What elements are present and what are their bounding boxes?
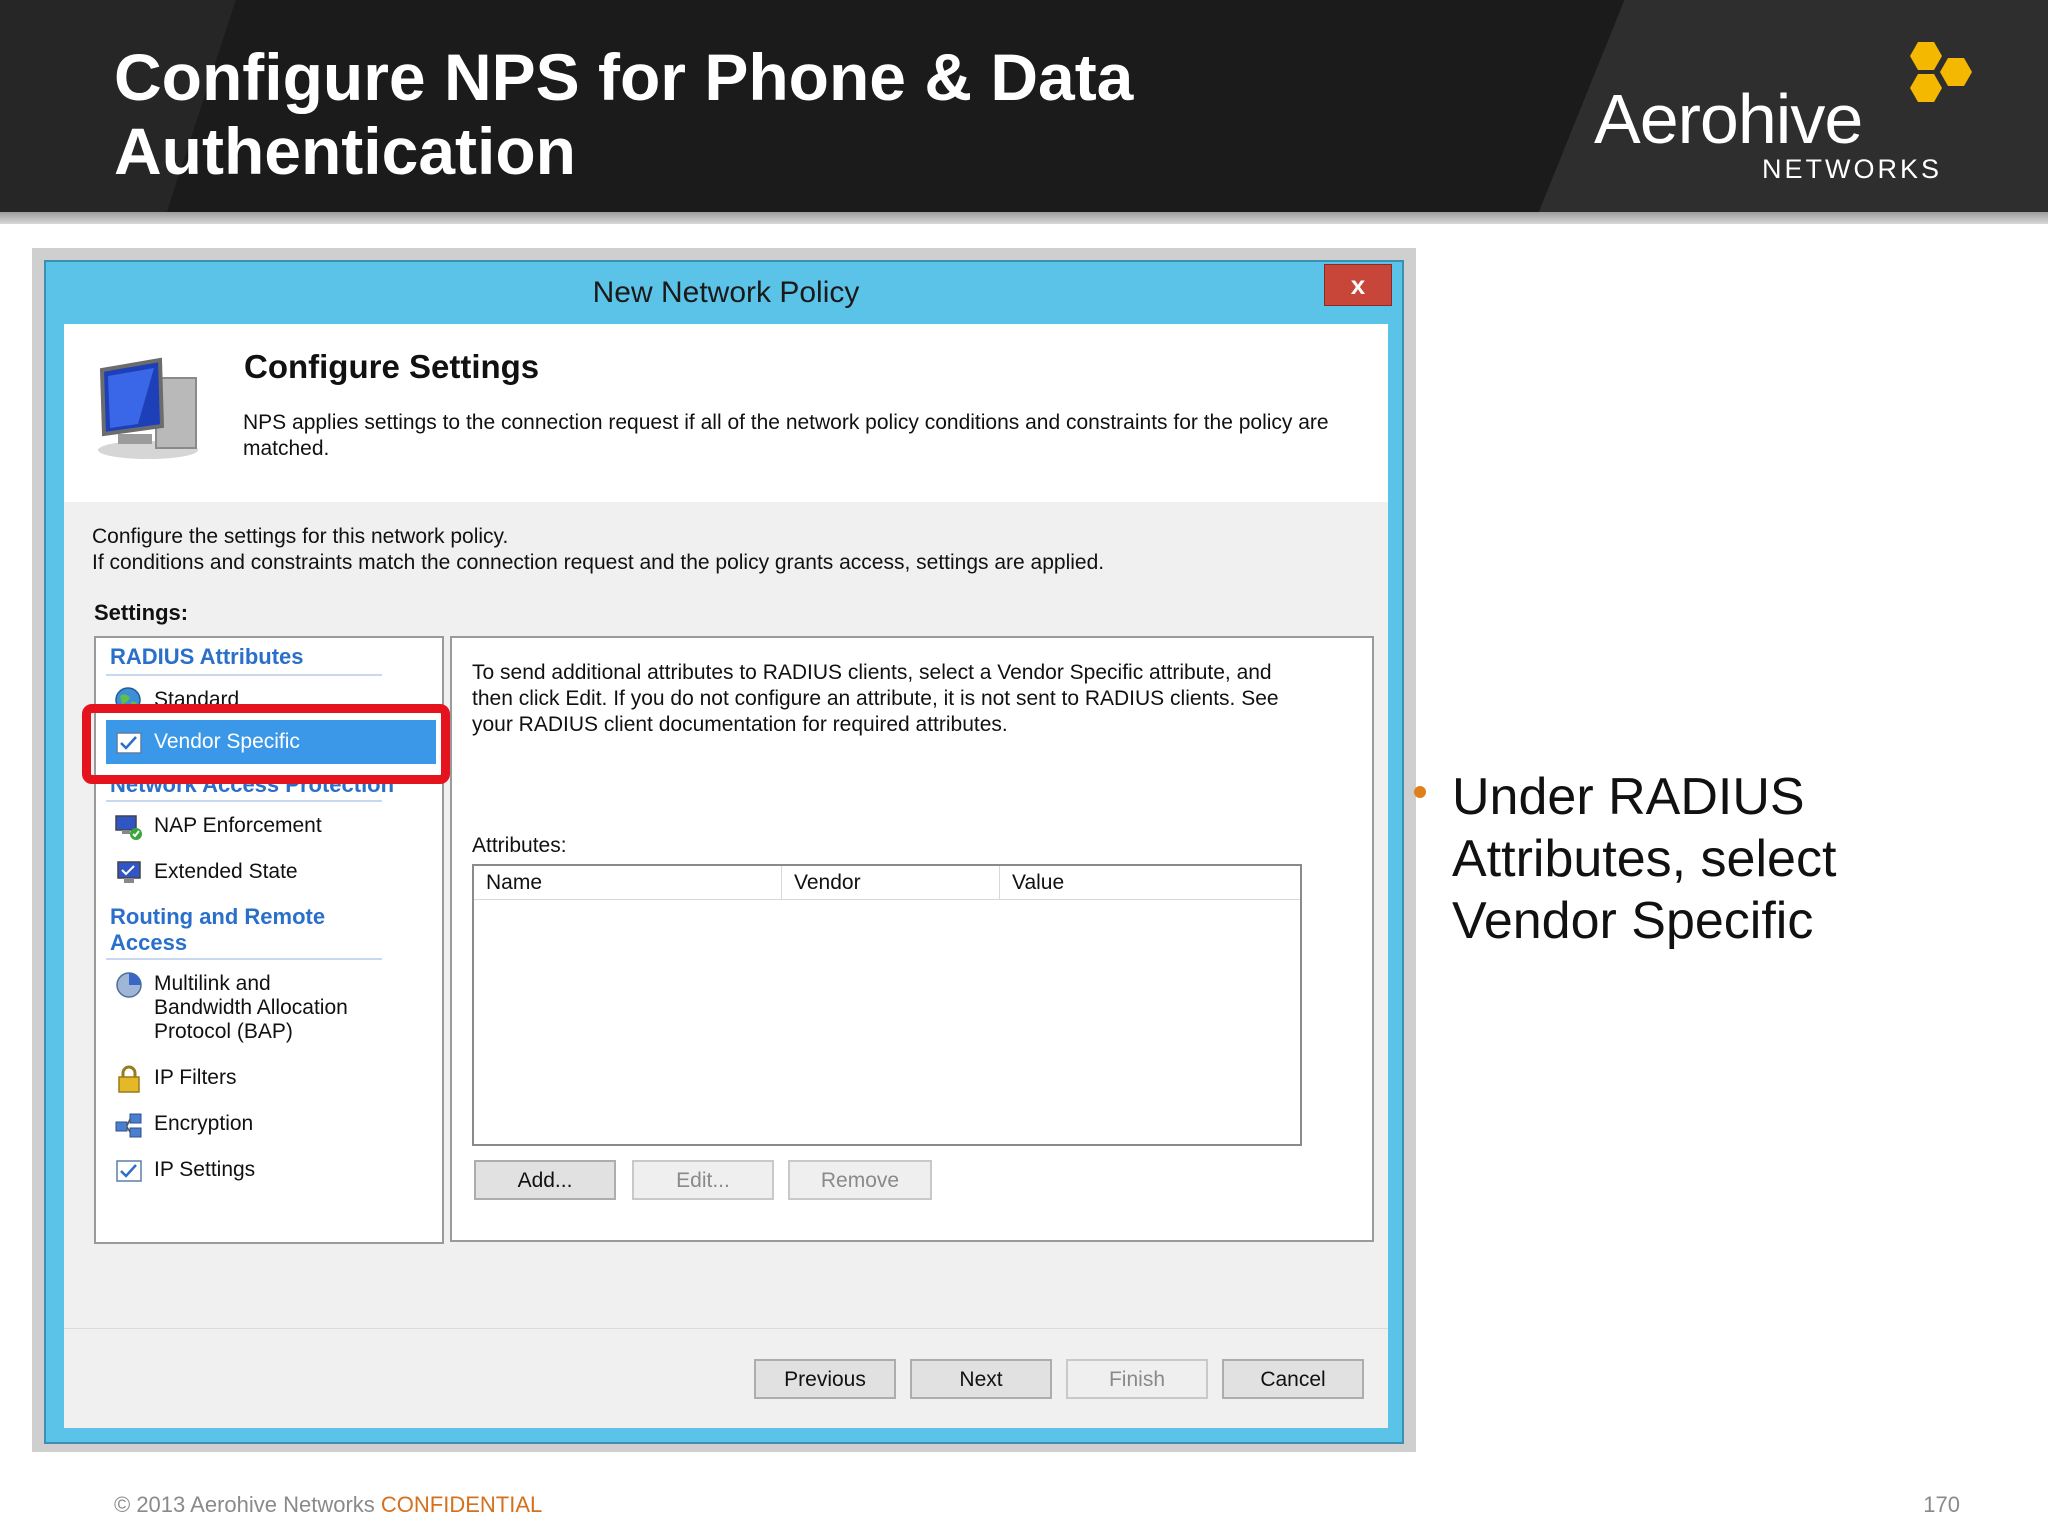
bullet-icon (1414, 786, 1426, 798)
instruction-bullet: Under RADIUS Attributes, select Vendor S… (1452, 768, 1837, 950)
slide-header: Configure NPS for Phone & Data Authentic… (0, 0, 2048, 216)
slide-title-line: Authentication (114, 114, 576, 188)
nav-item-multilink-bap[interactable]: Multilink and Bandwidth Allocation Proto… (106, 962, 436, 1046)
nav-divider (106, 800, 382, 802)
intro-line: If conditions and constraints match the … (92, 551, 1105, 574)
encryption-network-icon (115, 1113, 142, 1138)
lock-icon (118, 1065, 140, 1093)
nav-header-line: Routing and Remote (110, 904, 326, 929)
computer-icon (98, 357, 198, 459)
nav-item-label: IP Filters (154, 1066, 237, 1089)
nav-item-encryption[interactable]: Encryption (106, 1102, 436, 1146)
logo-hexagons-icon (1910, 42, 1972, 102)
description-line: your RADIUS client documentation for req… (472, 713, 1008, 736)
nav-header-line: Access (110, 930, 188, 955)
confidential-label: CONFIDENTIAL (380, 1492, 543, 1517)
logo-wordmark: Aerohive (1594, 80, 1863, 158)
column-header-name[interactable]: Name (474, 866, 782, 900)
dialog-body: Configure the settings for this network … (64, 502, 1388, 1328)
nav-divider (106, 958, 382, 960)
nav-item-nap-enforcement[interactable]: NAP Enforcement (106, 804, 436, 848)
nav-label-line: Bandwidth Allocation (154, 996, 348, 1019)
next-button[interactable]: Next (910, 1359, 1052, 1399)
attributes-list-header: Name Vendor Value (474, 866, 1300, 900)
remove-button[interactable]: Remove (788, 1160, 932, 1200)
pie-chart-icon (116, 972, 142, 998)
edit-button[interactable]: Edit... (632, 1160, 774, 1200)
nav-item-label: IP Settings (154, 1158, 256, 1181)
copyright-text: © 2013 Aerohive Networks (114, 1492, 381, 1517)
nav-label-line: Protocol (BAP) (154, 1020, 293, 1043)
description-line: To send additional attributes to RADIUS … (472, 661, 1272, 684)
settings-intro: Configure the settings for this network … (92, 524, 1104, 576)
settings-label: Settings: (94, 600, 189, 625)
nav-item-label: NAP Enforcement (154, 814, 322, 837)
nap-enforcement-icon (115, 815, 142, 840)
description-line: NPS applies settings to the connection r… (243, 411, 1329, 434)
cancel-button[interactable]: Cancel (1222, 1359, 1364, 1399)
extended-state-icon (117, 861, 141, 883)
dialog-title: New Network Policy (592, 276, 860, 309)
dialog-button-bar: Previous Next Finish Cancel (64, 1328, 1388, 1428)
close-button[interactable]: x (1324, 264, 1392, 306)
nav-header-radius-attributes: RADIUS Attributes (110, 644, 304, 669)
configure-settings-heading: Configure Settings (244, 348, 540, 385)
add-button[interactable]: Add... (474, 1160, 616, 1200)
nav-label-line: Multilink and (154, 972, 271, 995)
vendor-specific-description: To send additional attributes to RADIUS … (472, 660, 1332, 738)
footer-copyright: © 2013 Aerohive Networks CONFIDENTIAL (114, 1492, 542, 1518)
page-number: 170 (1923, 1492, 1960, 1517)
header-divider (0, 212, 2048, 224)
description-line: matched. (243, 437, 330, 460)
intro-line: Configure the settings for this network … (92, 525, 509, 548)
vendor-specific-highlight (82, 704, 450, 784)
column-header-vendor[interactable]: Vendor (782, 866, 1000, 900)
attributes-list[interactable]: Name Vendor Value (472, 864, 1302, 1146)
logo-subtitle: NETWORKS (1762, 154, 1943, 184)
nav-divider (106, 674, 382, 676)
nav-item-extended-state[interactable]: Extended State (106, 850, 436, 894)
new-network-policy-dialog: New Network Policy x Configure Settings … (44, 260, 1404, 1444)
nav-item-ip-filters[interactable]: IP Filters (106, 1056, 436, 1100)
column-header-value[interactable]: Value (1000, 866, 1300, 900)
nav-item-label: Multilink and Bandwidth Allocation Proto… (154, 972, 348, 1044)
nav-header-routing-and-remote-access: Routing and Remote Access (110, 904, 325, 956)
configure-settings-description: NPS applies settings to the connection r… (243, 410, 1383, 462)
nav-item-label: Encryption (154, 1112, 254, 1135)
attributes-label: Attributes: (472, 834, 567, 857)
dialog-header-area: Configure Settings NPS applies settings … (64, 324, 1388, 502)
finish-button[interactable]: Finish (1066, 1359, 1208, 1399)
slide-title: Configure NPS for Phone & Data Authentic… (114, 40, 1414, 188)
nav-item-label: Extended State (154, 860, 298, 883)
slide-title-line: Configure NPS for Phone & Data (114, 40, 1134, 114)
checkbox-list-icon (116, 1160, 142, 1182)
aerohive-logo: Aerohive NETWORKS (1594, 36, 1994, 196)
vendor-specific-panel: To send additional attributes to RADIUS … (450, 636, 1374, 1242)
nav-item-ip-settings[interactable]: IP Settings (106, 1148, 436, 1192)
description-line: then click Edit. If you do not configure… (472, 687, 1279, 710)
previous-button[interactable]: Previous (754, 1359, 896, 1399)
